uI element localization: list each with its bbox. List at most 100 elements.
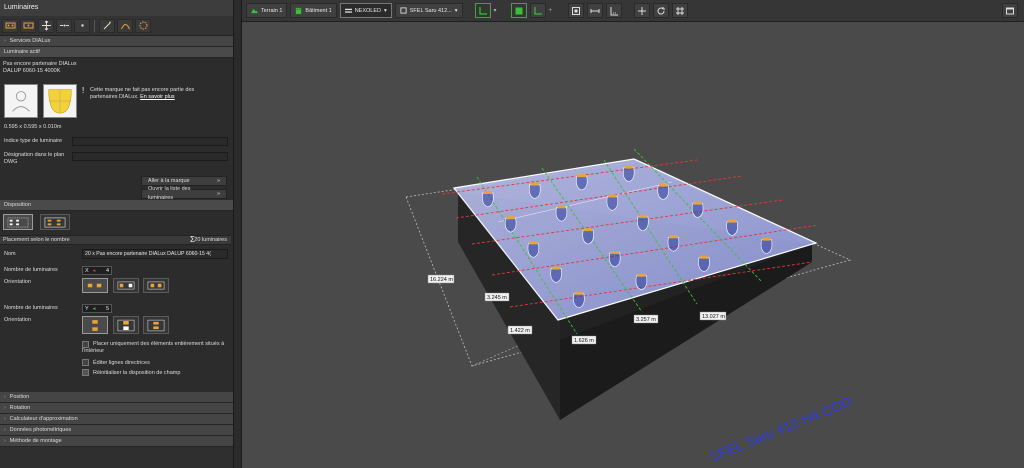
luminaire[interactable] [635,273,648,291]
luminaire[interactable] [637,214,649,232]
snap-button[interactable] [529,3,546,18]
luminaire[interactable] [622,165,635,182]
luminaire[interactable] [573,291,585,309]
luminaire[interactable] [698,255,710,272]
luminaire[interactable] [691,201,704,218]
section-position[interactable]: › Position [0,392,233,403]
dimension-icon [610,6,619,15]
tab-batiment[interactable]: Bâtiment 1 [290,3,337,18]
room-3d-scene[interactable]: 16.224 m 3.245 m 1.422 m 1.626 m 3.257 m… [242,22,1024,468]
open-luminaire-list-button[interactable]: Ouvrir la liste des luminaires » [141,186,227,201]
learn-more-link[interactable]: En savoir plus [140,94,175,100]
luminaire[interactable] [527,241,540,258]
grid-icon [676,6,685,15]
luminaire[interactable] [550,266,562,283]
arc-placement-icon[interactable] [117,18,133,33]
section-rotation[interactable]: › Rotation [0,403,233,414]
user-silhouette-icon [12,91,30,112]
distribute-icon[interactable] [56,18,72,33]
decrement-icon[interactable]: ◂ [91,306,98,312]
field-layout-button[interactable] [40,214,70,230]
move-icon[interactable] [38,18,54,33]
section-mounting-method[interactable]: › Méthode de montage [0,436,233,447]
tab-label: Terrain 1 [261,7,283,14]
panel-title: Luminaires [0,0,233,16]
luminaire-head [728,219,737,223]
dimension-button[interactable] [606,3,623,18]
luminaire[interactable] [609,250,621,268]
luminaire-head [693,201,702,205]
tab-label: NEXOLED [354,7,381,14]
circle-placement-icon[interactable] [135,18,151,33]
light-distribution-curve[interactable] [42,84,77,118]
floor-annotation: SFEL Saru 412 H4 COD [707,393,854,465]
orientation-luminaires-icon [117,281,135,290]
reset-layout-button[interactable] [82,369,89,376]
indice-label: Indice type de luminaire [4,138,63,144]
orientation-y-options [82,316,172,334]
luminaire[interactable] [482,190,494,208]
point-icon[interactable] [74,18,90,33]
luminaires-panel: Luminaires › Services DIALux Luminaire ac… [0,0,234,468]
luminaire-head [659,183,668,187]
luminaire[interactable] [606,194,619,211]
luminaire-head [557,205,566,209]
indice-input[interactable] [72,137,228,146]
designation-input[interactable] [72,152,228,161]
luminaire[interactable] [504,216,517,233]
inside-only-checkbox-row[interactable]: Placer uniquement des éléments entièreme… [82,341,228,355]
inside-only-checkbox[interactable] [82,341,89,348]
maximize-view-button[interactable] [1002,3,1018,18]
edit-guidelines-checkbox-row[interactable]: Éditer lignes directrices [82,359,150,366]
orientation-y-option-2[interactable] [112,316,139,334]
tab-level[interactable]: NEXOLED ▾ [339,3,392,18]
luminaire[interactable] [576,174,588,191]
edit-guidelines-checkbox[interactable] [82,359,89,366]
3d-viewport[interactable]: 16.224 m 3.245 m 1.422 m 1.626 m 3.257 m… [242,22,1024,468]
rotate-button[interactable] [653,3,670,18]
luminaire[interactable] [555,205,568,222]
luminaire-head [577,174,586,178]
orientation-y-option-1[interactable] [82,316,108,334]
count-x-stepper[interactable]: X ◂ 4 [82,266,112,275]
luminaire[interactable] [529,182,541,199]
count-y-stepper[interactable]: Y ◂ 5 [82,304,112,313]
orientation-x-option-3[interactable] [143,278,170,293]
button-label: Ouvrir la liste des luminaires [148,186,191,201]
line-placement-icon[interactable] [20,18,36,33]
panel-splitter[interactable] [234,0,242,468]
luminaire[interactable] [760,237,773,254]
single-placement-icon[interactable] [2,18,18,33]
add-icon[interactable]: + [549,8,553,14]
cube-view-button[interactable] [510,3,527,18]
decrement-icon[interactable]: ◂ [91,268,98,274]
luminaire[interactable] [657,183,669,200]
grid-toggle-button[interactable] [672,3,689,18]
luminaire[interactable] [726,219,738,236]
section-active-luminaire[interactable]: Luminaire actif [0,47,233,58]
view-mode-button[interactable] [474,3,491,18]
orientation-x-option-2[interactable] [112,278,139,293]
wand-icon[interactable] [99,18,115,33]
section-photometric-data[interactable]: › Données photométriques [0,425,233,436]
section-approximation[interactable]: › Calculateur d'approximation [0,414,233,425]
luminaire[interactable] [582,228,594,245]
luminaire-head [669,235,678,239]
reset-layout-row[interactable]: Réinitialiser la disposition de champ [82,369,180,376]
tab-terrain[interactable]: Terrain 1 [246,3,288,18]
dim-label-c: 1.626 m [574,338,594,344]
luminaire-photo-placeholder[interactable] [4,84,38,118]
measure-button[interactable] [587,3,604,18]
nom-input[interactable]: 20 x Pas encore partenaire DIALux DALUP … [82,249,228,259]
tab-room[interactable]: SFEL Saru 412... ▾ [394,3,463,18]
grid-layout-button[interactable] [3,214,33,230]
section-services-dialux[interactable]: › Services DIALux [0,36,233,47]
crosshair-icon [638,6,647,15]
orientation-y-option-3[interactable] [143,316,170,334]
luminaire[interactable] [667,235,680,252]
orientation-x-option-1[interactable] [82,278,108,293]
zoom-extents-button[interactable] [568,3,585,18]
dim-label-a: 3.245 m [487,295,507,301]
orientation-luminaires-icon [147,281,165,290]
pan-button[interactable] [634,3,651,18]
